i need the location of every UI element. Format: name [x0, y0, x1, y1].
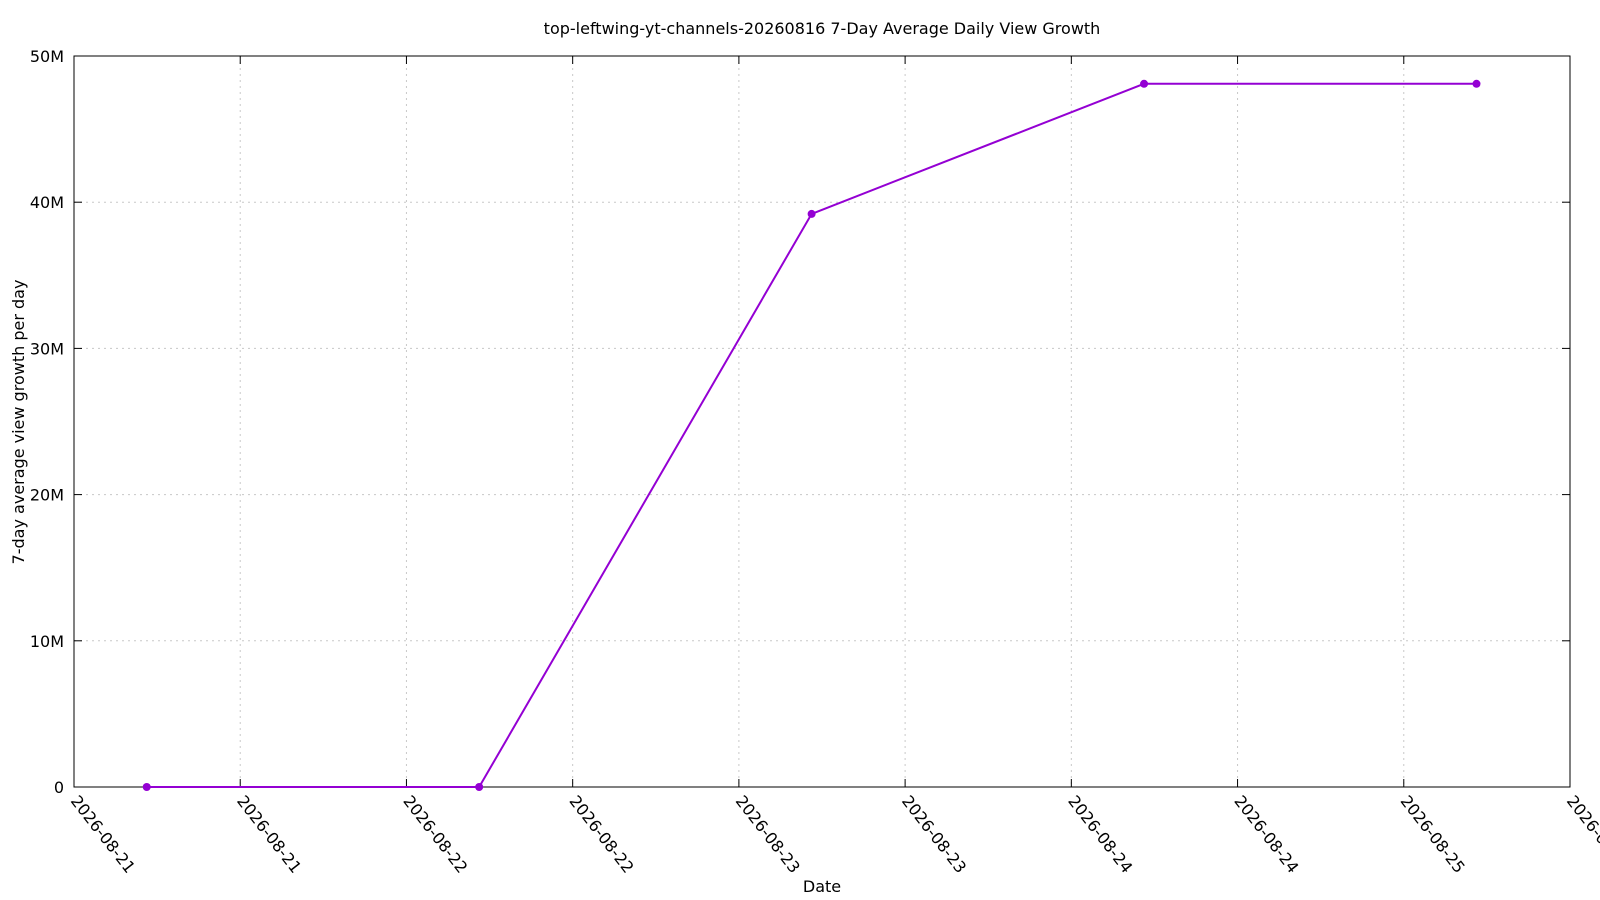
- data-point: [475, 783, 484, 791]
- data-point: [807, 209, 816, 218]
- y-axis-label: 7-day average view growth per day: [9, 280, 28, 565]
- y-tick-label: 20M: [30, 486, 64, 505]
- data-point: [142, 783, 151, 791]
- chart-title: top-leftwing-yt-channels-20260816 7-Day …: [544, 19, 1101, 38]
- data-point: [1140, 79, 1149, 88]
- y-tick-label: 0: [54, 778, 64, 797]
- data-point: [1472, 79, 1481, 88]
- line-chart: top-leftwing-yt-channels-20260816 7-Day …: [0, 0, 1600, 900]
- y-tick-label: 10M: [30, 632, 64, 651]
- y-tick-label: 40M: [30, 193, 64, 212]
- y-tick-label: 30M: [30, 339, 64, 358]
- y-tick-label: 50M: [30, 47, 64, 66]
- x-axis-label: Date: [803, 877, 841, 896]
